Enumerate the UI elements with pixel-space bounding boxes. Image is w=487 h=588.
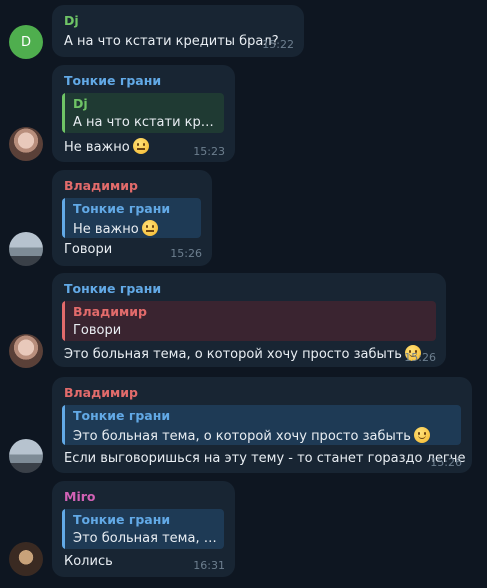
sender-name[interactable]: Dj <box>64 13 79 28</box>
smiling-face-icon <box>413 427 430 443</box>
message-vladimir-2[interactable]: Владимир Тонкие грани Это больная тема, … <box>0 376 487 476</box>
reply-sender-name: Владимир <box>73 304 147 319</box>
reply-sender-name: Тонкие грани <box>73 512 171 527</box>
avatar[interactable] <box>9 232 43 266</box>
message-text-row: Это больная тема, о которой хочу просто … <box>64 345 421 362</box>
message-text: Не важно <box>64 140 130 155</box>
message-text: Колись <box>64 554 113 569</box>
avatar[interactable] <box>9 127 43 161</box>
reply-sender-name: Dj <box>73 96 88 111</box>
message-text-row: Не важно <box>64 138 149 155</box>
message-text: Если выговоришься на эту тему - то стане… <box>64 451 466 466</box>
avatar[interactable] <box>9 542 43 576</box>
sender-name[interactable]: Тонкие грани <box>64 281 161 296</box>
message-text: А на что кстати кредиты брал? <box>64 34 279 49</box>
message-time: 15:22 <box>262 38 294 51</box>
neutral-face-icon <box>132 138 149 154</box>
message-time: 15:26 <box>404 351 436 364</box>
message-time: 15:26 <box>430 456 462 469</box>
message-bubble[interactable]: Тонкие грани Dj А на что кстати креди...… <box>52 65 235 162</box>
message-time: 15:23 <box>193 145 225 158</box>
avatar[interactable] <box>9 439 43 473</box>
message-dj[interactable]: D Dj А на что кстати кредиты брал? 15:22 <box>0 0 487 60</box>
sender-name[interactable]: Miro <box>64 489 95 504</box>
message-time: 16:31 <box>193 559 225 572</box>
avatar[interactable] <box>9 334 43 368</box>
message-tonkie-1[interactable]: Тонкие грани Dj А на что кстати креди...… <box>0 62 487 166</box>
message-text: Говори <box>64 242 113 257</box>
reply-text: Говори <box>73 323 122 338</box>
sender-name[interactable]: Владимир <box>64 178 138 193</box>
message-vladimir-1[interactable]: Владимир Тонкие грани Не важно Говори 15… <box>0 168 487 268</box>
sender-name[interactable]: Тонкие грани <box>64 73 161 88</box>
message-bubble[interactable]: Владимир Тонкие грани Не важно Говори 15… <box>52 170 212 266</box>
reply-quote[interactable]: Владимир Говори <box>62 301 436 341</box>
reply-quote[interactable]: Тонкие грани Это больная тема, о к... <box>62 509 224 549</box>
message-bubble[interactable]: Dj А на что кстати кредиты брал? 15:22 <box>52 5 304 57</box>
neutral-face-icon <box>141 220 158 236</box>
message-bubble[interactable]: Miro Тонкие грани Это больная тема, о к.… <box>52 481 235 577</box>
message-text: Это больная тема, о которой хочу просто … <box>64 347 402 362</box>
message-bubble[interactable]: Владимир Тонкие грани Это больная тема, … <box>52 377 472 473</box>
message-bubble[interactable]: Тонкие грани Владимир Говори Это больная… <box>52 273 446 367</box>
message-tonkie-2[interactable]: Тонкие грани Владимир Говори Это больная… <box>0 272 487 372</box>
reply-text: Это больная тема, о которой хочу просто … <box>73 429 411 444</box>
sender-name[interactable]: Владимир <box>64 385 138 400</box>
reply-sender-name: Тонкие грани <box>73 201 171 216</box>
avatar[interactable]: D <box>9 25 43 59</box>
reply-text: А на что кстати креди... <box>73 115 219 130</box>
reply-sender-name: Тонкие грани <box>73 408 171 423</box>
reply-text-row: Не важно <box>73 220 197 237</box>
reply-text: Это больная тема, о к... <box>73 531 219 546</box>
reply-quote[interactable]: Dj А на что кстати креди... <box>62 93 224 133</box>
message-miro[interactable]: Miro Тонкие грани Это больная тема, о к.… <box>0 480 487 588</box>
reply-quote[interactable]: Тонкие грани Не важно <box>62 198 201 238</box>
reply-text-row: Это больная тема, о которой хочу просто … <box>73 427 457 444</box>
reply-text: Не важно <box>73 222 139 237</box>
message-time: 15:26 <box>170 247 202 260</box>
reply-quote[interactable]: Тонкие грани Это больная тема, о которой… <box>62 405 461 445</box>
